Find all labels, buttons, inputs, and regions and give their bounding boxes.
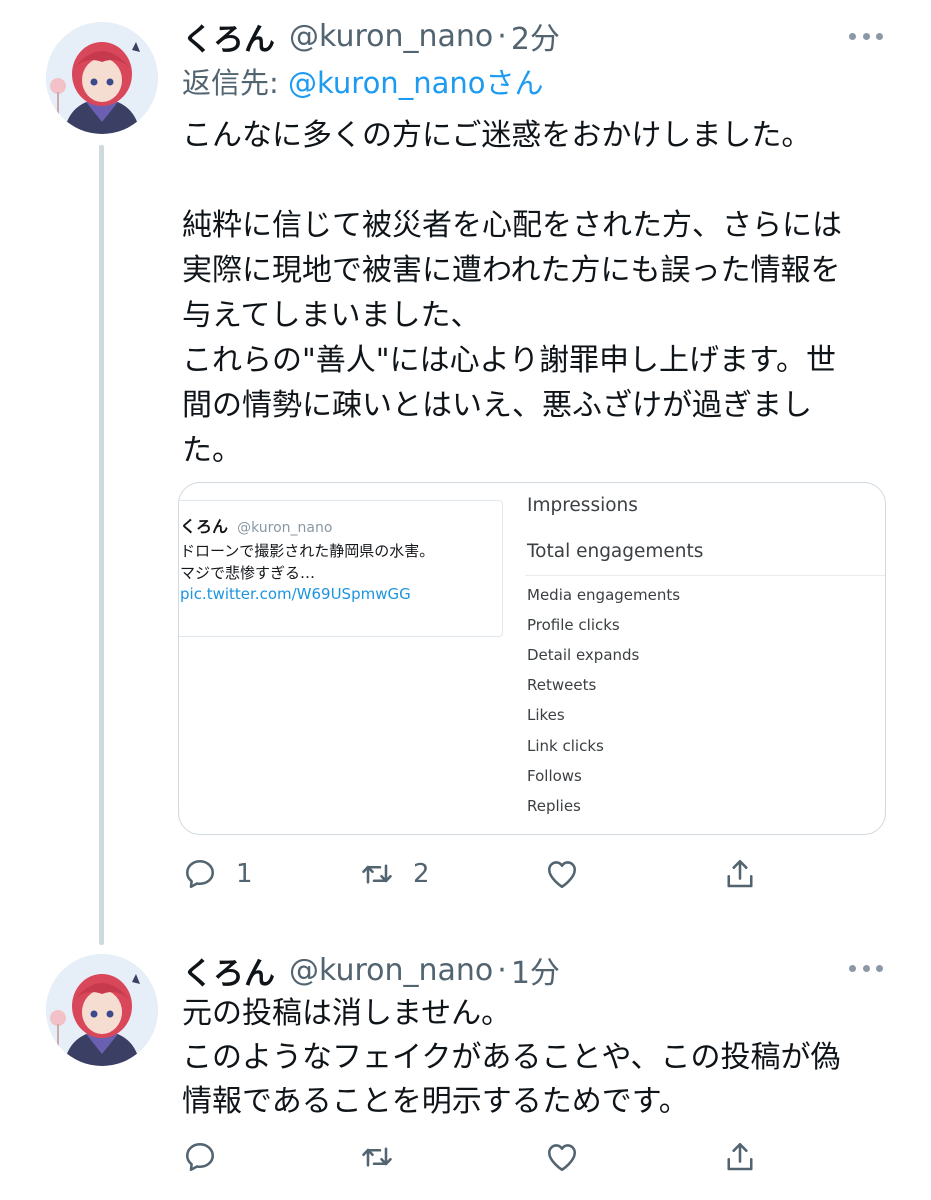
tweet-text-line: 元の投稿は消しません。 (182, 996, 512, 1031)
tweet-text-line (182, 158, 882, 203)
action-bar: 1 2 (182, 852, 782, 896)
embedded-tweet: くろん @kuron_nano ドローンで撮影された静岡県の水害。 マジで悲惨す… (179, 500, 503, 637)
retweet-arrows-icon (362, 864, 392, 884)
metric-item: Retweets (527, 676, 597, 694)
more-dots-icon[interactable] (849, 31, 883, 41)
avatar-image (46, 954, 158, 1066)
reply-to-mention[interactable]: @kuron_nano (288, 66, 485, 100)
display-name[interactable]: くろん (182, 14, 275, 59)
share-upload-icon (727, 1142, 753, 1171)
tweet-1[interactable]: くろん @kuron_nano · 2分 返信先: @kuron_nanoさん … (0, 0, 931, 945)
timestamp[interactable]: 2分 (511, 14, 560, 58)
divider (525, 575, 885, 576)
tweet-text-line: このようなフェイクがあることや、この投稿が偽 (182, 1040, 841, 1075)
tweet-text-line: こんなに多くの方にご迷惑をおかけしました。 (182, 118, 812, 153)
reply-to: 返信先: @kuron_nanoさん (182, 60, 543, 102)
analytics-panel: Impressions Total engagements Media enga… (525, 483, 885, 834)
reply-to-prefix: 返信先: (182, 66, 288, 100)
action-bar (182, 1135, 782, 1179)
tweet-text-line: 純粋に信じて被災者を心配をされた方、さらには (182, 208, 842, 243)
tweet-text-line: 情報であることを明示するためです。 (182, 1084, 689, 1119)
avatar[interactable] (46, 22, 158, 134)
thread-line (99, 145, 104, 945)
reply-count: 1 (236, 859, 253, 889)
handle[interactable]: @kuron_nano (289, 953, 493, 988)
tweet-2[interactable]: くろん @kuron_nano · 1分 元の投稿は消しません。 このようなフェ… (0, 940, 931, 1200)
media-attachment[interactable]: くろん @kuron_nano ドローンで撮影された静岡県の水害。 マジで悲惨す… (178, 482, 886, 835)
tweet-text-line: 実際に現地で被害に遭われた方にも誤った情報を (182, 253, 841, 288)
retweet-button[interactable]: 2 (359, 852, 430, 896)
tweet-text-line: 間の情勢に疎いとはいえ、悪ふざけが過ぎまし (182, 388, 812, 423)
tweet-text: 元の投稿は消しません。 このようなフェイクがあることや、この投稿が偽 情報である… (182, 992, 882, 1124)
reply-to-suffix: さん (485, 66, 544, 100)
heart-icon (547, 861, 577, 889)
embed-handle: @kuron_nano (237, 520, 333, 536)
metric-item: Likes (527, 706, 565, 724)
heart-icon (547, 1144, 577, 1172)
share-button[interactable] (722, 1135, 758, 1179)
timestamp[interactable]: 1分 (511, 948, 560, 992)
avatar[interactable] (46, 954, 158, 1066)
embed-text-line: マジで悲惨すぎる… (180, 564, 316, 582)
handle[interactable]: @kuron_nano (289, 19, 493, 54)
metric-item: Media engagements (527, 586, 681, 604)
separator: · (497, 952, 507, 988)
metric-item: Profile clicks (527, 616, 620, 634)
metric-item: Replies (527, 797, 581, 815)
tweet-header: くろん @kuron_nano · 1分 (182, 948, 560, 992)
retweet-count: 2 (413, 859, 430, 889)
avatar-image (46, 22, 158, 134)
reply-bubble-icon (185, 1142, 215, 1172)
reply-button[interactable]: 1 (182, 852, 253, 896)
display-name[interactable]: くろん (182, 948, 275, 993)
tweet-text: こんなに多くの方にご迷惑をおかけしました。 純粋に信じて被災者を心配をされた方、… (182, 113, 882, 473)
tweet-text-line: た。 (182, 433, 242, 468)
embed-display-name: くろん (180, 517, 229, 536)
metric-item: Link clicks (527, 737, 604, 755)
total-engagements-label: Total engagements (527, 541, 704, 562)
retweet-button[interactable] (359, 1135, 413, 1179)
tweet-text-line: 与えてしまいました、 (182, 298, 481, 333)
tweet-header: くろん @kuron_nano · 2分 (182, 14, 560, 58)
like-button[interactable] (544, 852, 598, 896)
separator: · (497, 18, 507, 54)
reply-button[interactable] (182, 1135, 236, 1179)
more-dots-icon[interactable] (849, 963, 883, 973)
embed-text-line: ドローンで撮影された静岡県の水害。 (180, 542, 435, 560)
retweet-arrows-icon (362, 1147, 392, 1167)
metric-item: Follows (527, 767, 582, 785)
impressions-label: Impressions (527, 495, 638, 516)
share-upload-icon (727, 859, 753, 888)
share-button[interactable] (722, 852, 758, 896)
like-button[interactable] (544, 1135, 598, 1179)
tweet-text-line: これらの"善人"には心より謝罪申し上げます。世 (182, 343, 836, 378)
embed-link: pic.twitter.com/W69USpmwGG (180, 585, 411, 603)
reply-bubble-icon (185, 859, 215, 889)
metric-item: Detail expands (527, 646, 640, 664)
